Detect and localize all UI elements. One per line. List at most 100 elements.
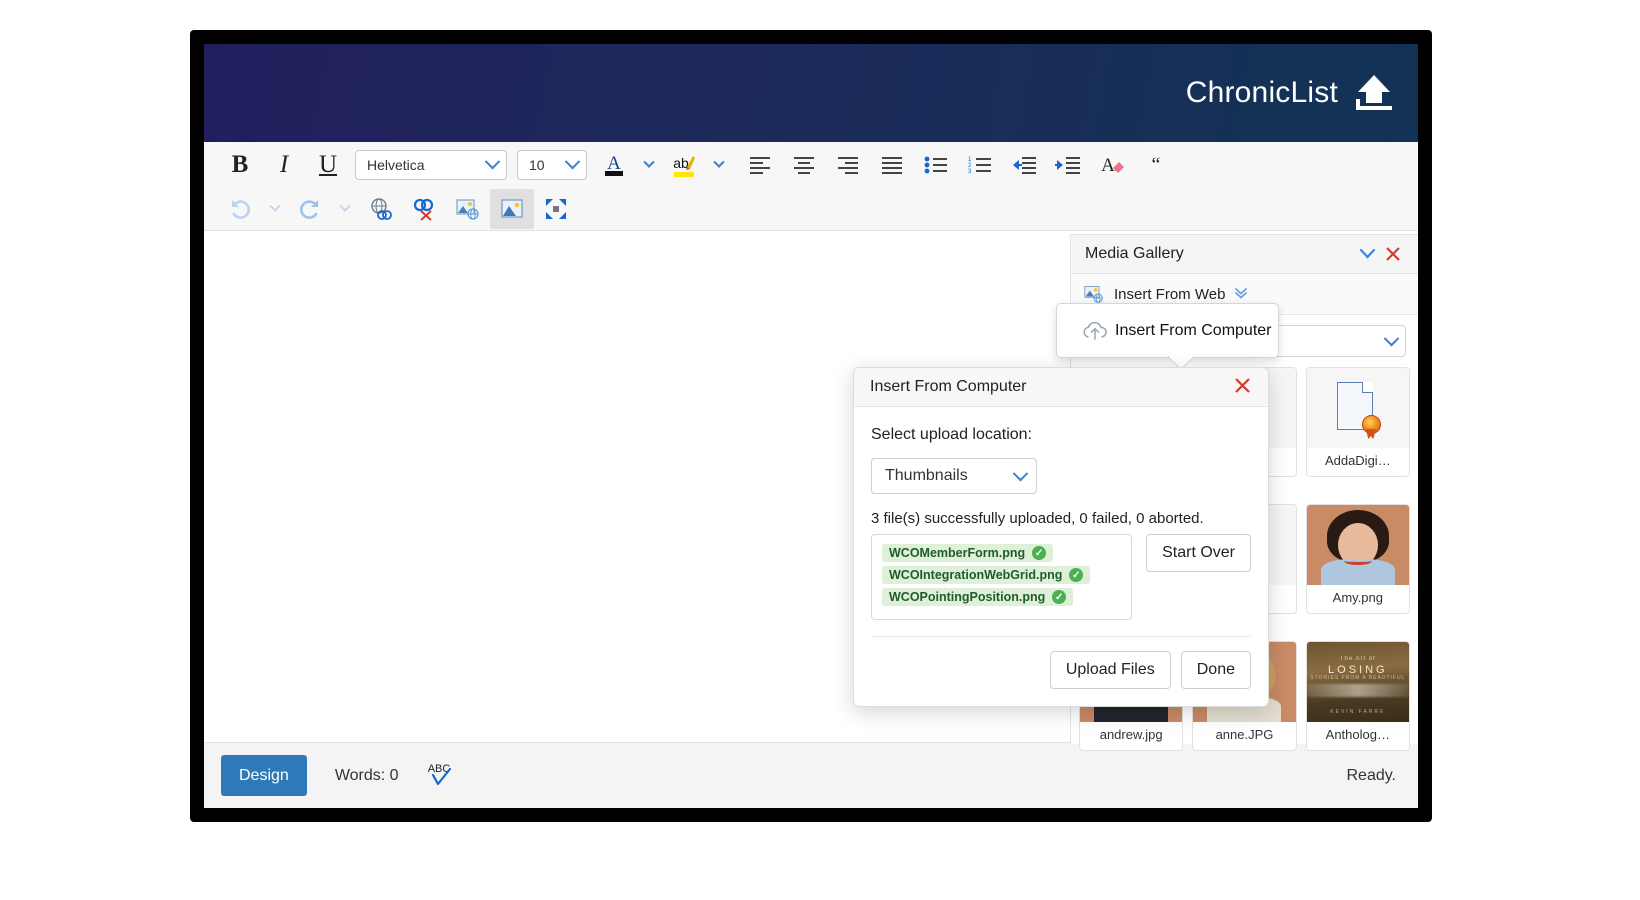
upload-result-row: WCOMemberForm.png ✓ WCOIntegrationWebGri… [871, 534, 1251, 620]
undo-dropdown[interactable] [262, 190, 288, 228]
done-button[interactable]: Done [1181, 651, 1251, 689]
thumbnail-label: Antholog… [1324, 722, 1392, 742]
editor-toolbar: B I U Helvetica 10 A [204, 142, 1418, 231]
chevron-down-icon [485, 154, 501, 170]
word-count-label: Words: 0 [335, 767, 399, 785]
list-item: WCOMemberForm.png ✓ [882, 544, 1121, 566]
font-size-select[interactable]: 10 [517, 150, 587, 180]
list-item: WCOPointingPosition.png ✓ [882, 588, 1121, 610]
thumbnail-label: anne.JPG [1214, 722, 1276, 742]
app-header: ChronicList [204, 44, 1418, 142]
gallery-thumbnail[interactable]: AddaDigi… [1306, 367, 1410, 477]
insert-image-from-web-button[interactable] [446, 189, 490, 229]
chevron-down-icon[interactable] [1354, 241, 1380, 267]
highlight-button[interactable]: ab [662, 145, 706, 185]
thumbnail-label: AddaDigi… [1323, 448, 1393, 468]
insert-from-computer-label: Insert From Computer [1115, 322, 1271, 340]
redo-dropdown[interactable] [332, 190, 358, 228]
bullet-list-button[interactable] [914, 145, 958, 185]
toolbar-row-insert [204, 187, 1418, 230]
file-name: WCOMemberForm.png [889, 546, 1025, 560]
cloud-upload-icon [1081, 320, 1109, 342]
insert-from-web-label: Insert From Web [1114, 286, 1225, 303]
numbered-list-button[interactable]: 123 [958, 145, 1002, 185]
upload-location-label: Select upload location: [871, 426, 1251, 444]
file-chip: WCOIntegrationWebGrid.png ✓ [882, 566, 1090, 584]
thumbnail-image [1307, 505, 1409, 585]
book-cover-image: The Art of LOSING STORIES FROM A BEAUTIF… [1307, 642, 1409, 722]
align-right-button[interactable] [826, 145, 870, 185]
uploaded-file-list-wrap: WCOMemberForm.png ✓ WCOIntegrationWebGri… [871, 534, 1132, 620]
dialog-header: Insert From Computer [854, 368, 1268, 407]
fullscreen-button[interactable] [534, 189, 578, 229]
upload-location-value: Thumbnails [885, 467, 968, 485]
font-color-dropdown[interactable] [636, 146, 662, 184]
file-name: WCOIntegrationWebGrid.png [889, 568, 1062, 582]
book-line-4: KEVIN FARRE [1307, 709, 1409, 715]
indent-button[interactable] [1046, 145, 1090, 185]
success-check-icon: ✓ [1052, 590, 1066, 604]
font-color-button[interactable]: A [592, 145, 636, 185]
chevron-down-icon [643, 156, 654, 167]
upload-location-select[interactable]: Thumbnails [871, 458, 1037, 494]
thumbnail-image: The Art of LOSING STORIES FROM A BEAUTIF… [1307, 642, 1409, 722]
bold-button[interactable]: B [218, 145, 262, 185]
italic-button[interactable]: I [262, 145, 306, 185]
file-chip: WCOMemberForm.png ✓ [882, 544, 1053, 562]
chevron-down-icon [339, 200, 350, 211]
chevron-down-icon [565, 154, 581, 170]
insert-hyperlink-button[interactable] [358, 189, 402, 229]
svg-text:“: “ [1152, 155, 1161, 175]
svg-text:3: 3 [968, 169, 972, 174]
image-web-icon [1083, 284, 1105, 304]
blockquote-button[interactable]: “ [1134, 145, 1178, 185]
uploaded-file-list: WCOMemberForm.png ✓ WCOIntegrationWebGri… [871, 534, 1132, 620]
insert-from-computer-menu-item[interactable]: Insert From Computer [1056, 303, 1279, 358]
screen-root: ChronicList B I U Helvetica [0, 0, 1640, 900]
undo-button[interactable] [218, 189, 262, 229]
media-gallery-title: Media Gallery [1085, 245, 1184, 263]
insert-from-computer-dialog: Insert From Computer Select upload locat… [853, 367, 1269, 707]
design-tab-button[interactable]: Design [221, 755, 307, 796]
chevron-down-icon [1384, 330, 1400, 346]
outdent-button[interactable] [1002, 145, 1046, 185]
font-family-select[interactable]: Helvetica [355, 150, 507, 180]
thumbnail-label: andrew.jpg [1098, 722, 1165, 742]
gallery-thumbnail[interactable]: The Art of LOSING STORIES FROM A BEAUTIF… [1306, 641, 1410, 751]
dialog-title: Insert From Computer [870, 378, 1026, 396]
close-icon[interactable] [1380, 241, 1406, 267]
list-item: WCOIntegrationWebGrid.png ✓ [882, 566, 1121, 588]
document-seal-icon [1337, 382, 1379, 434]
font-size-value: 10 [529, 157, 545, 173]
redo-button[interactable] [288, 189, 332, 229]
start-over-button[interactable]: Start Over [1146, 534, 1251, 572]
font-family-value: Helvetica [367, 157, 425, 173]
align-left-button[interactable] [738, 145, 782, 185]
file-chip: WCOPointingPosition.png ✓ [882, 588, 1073, 606]
chevron-down-icon [713, 156, 724, 167]
upload-files-button[interactable]: Upload Files [1050, 651, 1171, 689]
highlight-dropdown[interactable] [706, 146, 732, 184]
dialog-body: Select upload location: Thumbnails 3 fil… [854, 407, 1268, 637]
success-check-icon: ✓ [1069, 568, 1083, 582]
close-icon[interactable] [1229, 374, 1256, 401]
media-gallery-header: Media Gallery [1071, 235, 1418, 274]
svg-text:A: A [1101, 155, 1115, 176]
svg-text:A: A [607, 153, 621, 174]
underline-button[interactable]: U [306, 145, 350, 185]
book-line-2: LOSING [1307, 664, 1409, 676]
remove-hyperlink-button[interactable] [402, 189, 446, 229]
insert-image-button[interactable] [490, 189, 534, 229]
toolbar-row-formatting: B I U Helvetica 10 A [204, 142, 1418, 187]
ready-status-label: Ready. [1346, 767, 1396, 785]
clear-formatting-button[interactable]: A [1090, 145, 1134, 185]
abc-spellcheck-icon[interactable]: ABC [425, 759, 455, 793]
file-name: WCOPointingPosition.png [889, 590, 1045, 604]
gallery-thumbnail[interactable]: Amy.png [1306, 504, 1410, 614]
align-justify-button[interactable] [870, 145, 914, 185]
upload-arrow-icon [1352, 73, 1396, 113]
app-brand-title: ChronicList [1186, 76, 1338, 110]
upload-status-text: 3 file(s) successfully uploaded, 0 faile… [871, 510, 1251, 527]
dialog-footer: Upload Files Done [854, 637, 1268, 706]
align-center-button[interactable] [782, 145, 826, 185]
